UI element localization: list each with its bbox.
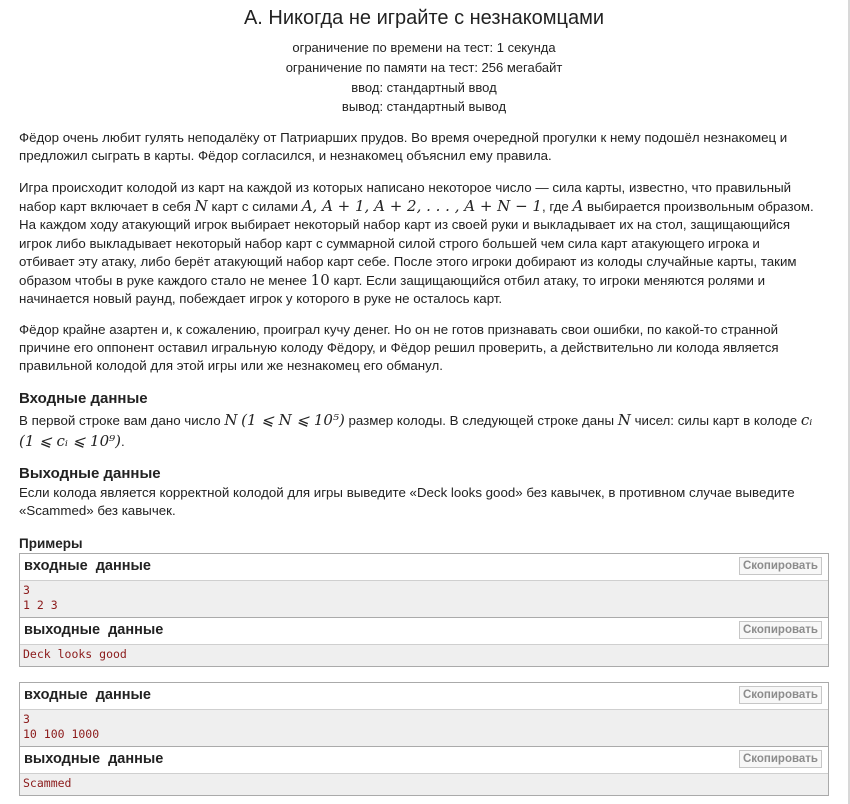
- math-n-range: (1 ⩽ N ⩽ 10⁵): [241, 411, 345, 429]
- copy-output-button[interactable]: Скопировать: [738, 621, 822, 639]
- example-1-input-header: входные данные Скопировать: [20, 554, 828, 581]
- copy-input-button[interactable]: Скопировать: [738, 686, 822, 704]
- example-2-input-header: входные данные Скопировать: [20, 683, 828, 710]
- memory-limit: ограничение по памяти на тест: 256 мегаб…: [285, 60, 563, 75]
- statement-paragraph-3: Фёдор крайне азартен и, к сожалению, про…: [19, 322, 779, 374]
- text: чисел: силы карт в колоде: [630, 413, 801, 428]
- example-1: входные данные Скопировать 3 1 2 3 выход…: [19, 553, 829, 667]
- input-source: ввод: стандартный ввод: [351, 80, 497, 95]
- example-2-input: 3 10 100 1000: [20, 710, 828, 746]
- text: размер колоды. В следующей строке даны: [344, 413, 618, 428]
- example-1-output: Deck looks good: [20, 645, 828, 666]
- statement-paragraph-2: Игра происходит колодой из карт на каждо…: [19, 179, 819, 308]
- example-1-output-header: выходные данные Скопировать: [20, 618, 828, 645]
- examples-heading: Примеры: [19, 536, 83, 551]
- input-description: В первой строке вам дано число N (1 ⩽ N …: [19, 410, 819, 452]
- text: , где: [541, 199, 573, 215]
- math-ci-range: (1 ⩽ cᵢ ⩽ 10⁹): [19, 432, 121, 450]
- output-label: выходные данные: [24, 622, 164, 638]
- math-card-sequence: A, A + 1, A + 2, . . . , A + N − 1: [301, 197, 542, 216]
- example-2-output-header: выходные данные Скопировать: [20, 747, 828, 774]
- math-a: A: [572, 197, 584, 216]
- example-1-input: 3 1 2 3: [20, 581, 828, 617]
- problem-title: A. Никогда не играйте с незнакомцами: [243, 7, 605, 29]
- output-source: вывод: стандартный вывод: [341, 99, 507, 114]
- example-2-output: Scammed: [20, 774, 828, 795]
- input-heading: Входные данные: [19, 390, 148, 407]
- output-description: Если колода является корректной колодой …: [19, 485, 795, 519]
- text: В первой строке вам дано число: [19, 413, 225, 428]
- math-ci: cᵢ: [800, 411, 813, 429]
- text: .: [120, 434, 125, 449]
- math-ten: 10: [310, 271, 330, 290]
- example-2: входные данные Скопировать 3 10 100 1000…: [19, 682, 829, 796]
- output-label: выходные данные: [24, 751, 164, 767]
- statement-paragraph-1: Фёдор очень любит гулять неподалёку от П…: [19, 130, 788, 164]
- input-label: входные данные: [24, 687, 151, 703]
- time-limit: ограничение по времени на тест: 1 секунд…: [292, 40, 556, 55]
- input-label: входные данные: [24, 558, 151, 574]
- text: карт с силами: [207, 199, 302, 215]
- output-heading: Выходные данные: [19, 465, 161, 482]
- math-n: N: [224, 411, 238, 429]
- math-n: N: [617, 411, 631, 429]
- copy-input-button[interactable]: Скопировать: [738, 557, 822, 575]
- copy-output-button[interactable]: Скопировать: [738, 750, 822, 768]
- math-n: N: [194, 197, 208, 216]
